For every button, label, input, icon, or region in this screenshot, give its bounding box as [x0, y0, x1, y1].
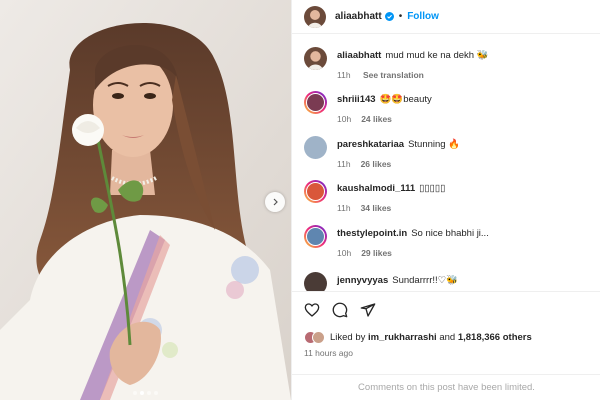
chevron-right-icon — [273, 198, 278, 206]
caption-row: aliaabhatt mud mud ke na dekh 🐝 11h See t… — [304, 47, 594, 80]
comment-likes[interactable]: 34 likes — [361, 203, 392, 213]
comment-username[interactable]: thestylepoint.in — [337, 228, 407, 239]
caption-username[interactable]: aliaabhatt — [337, 50, 381, 61]
comment-likes[interactable]: 24 likes — [361, 114, 392, 124]
comment-username[interactable]: jennyvyyas — [337, 275, 388, 286]
comment-text: ▯▯▯▯▯ — [419, 183, 446, 194]
author-avatar[interactable] — [304, 5, 326, 28]
comment-username[interactable]: shriii143 — [337, 94, 376, 105]
commenter-avatar[interactable] — [304, 225, 327, 248]
commenter-avatar[interactable] — [304, 272, 327, 291]
comment-time[interactable]: 11h — [337, 159, 351, 169]
comment-time[interactable]: 11h — [337, 203, 351, 213]
comment-text: 🤩🤩beauty — [379, 94, 432, 105]
caption-text: mud mud ke na dekh — [385, 50, 475, 61]
caption-avatar[interactable] — [304, 47, 327, 70]
carousel-indicator — [0, 391, 291, 395]
comment-row: shriii143 🤩🤩beauty 10h 24 likes — [304, 91, 594, 124]
comment-likes[interactable]: 26 likes — [361, 159, 392, 169]
share-icon[interactable] — [360, 302, 376, 318]
instagram-post: aliaabhatt • Follow aliaabhatt mud mud ke… — [0, 0, 600, 400]
post-panel: aliaabhatt • Follow aliaabhatt mud mud ke… — [291, 0, 600, 400]
post-photo[interactable] — [0, 0, 291, 400]
carousel-dot-active — [140, 391, 144, 395]
carousel-dot — [133, 391, 137, 395]
liked-by-prefix: Liked by — [330, 332, 366, 343]
comment-icon[interactable] — [332, 302, 348, 318]
comment-row: thestylepoint.in So nice bhabhi ji... 10h… — [304, 225, 594, 258]
comment-row: kaushalmodi_111 ▯▯▯▯▯ 11h 34 likes — [304, 180, 594, 213]
comment-username[interactable]: pareshkatariaa — [337, 139, 404, 150]
comment-row: jennyvyyas Sundarrrr!!♡🐝 — [304, 272, 594, 291]
post-time-ago[interactable]: 11 hours ago — [304, 348, 353, 358]
post-actions: Liked by im_rukharrashi and 1,818,366 ot… — [292, 291, 600, 399]
post-header: aliaabhatt • Follow — [292, 0, 600, 34]
liked-by-and: and — [439, 332, 456, 343]
comment-text: Sundarrrr!!♡🐝 — [392, 275, 458, 286]
comment-likes[interactable]: 29 likes — [361, 248, 392, 258]
caption-time[interactable]: 11h — [337, 70, 351, 80]
liked-by-count[interactable]: 1,818,366 others — [458, 332, 532, 343]
next-photo-button[interactable] — [265, 192, 285, 212]
commenter-avatar[interactable] — [304, 91, 327, 114]
commenter-avatar[interactable] — [304, 136, 327, 159]
carousel-dot — [154, 391, 158, 395]
liker-avatar — [312, 331, 325, 344]
carousel-dot — [147, 391, 151, 395]
commenter-avatar[interactable] — [304, 180, 327, 203]
comment-row: pareshkatariaa Stunning 🔥 11h 26 likes — [304, 136, 594, 169]
see-translation-link[interactable]: See translation — [363, 70, 424, 80]
caption-emoji: 🐝 — [476, 50, 489, 61]
comment-username[interactable]: kaushalmodi_111 — [337, 183, 415, 194]
author-username[interactable]: aliaabhatt — [335, 11, 382, 22]
comments-limited-notice: Comments on this post have been limited. — [292, 374, 600, 400]
comment-text: Stunning 🔥 — [408, 139, 461, 150]
verified-badge-icon — [384, 12, 394, 21]
comment-text: So nice bhabhi ji... — [411, 228, 489, 239]
comment-time[interactable]: 10h — [337, 248, 351, 258]
portrait-image — [0, 0, 291, 400]
dot-separator: • — [398, 11, 403, 22]
liked-by-row: Liked by im_rukharrashi and 1,818,366 ot… — [304, 331, 532, 344]
heart-icon[interactable] — [304, 302, 320, 318]
comment-time[interactable]: 10h — [337, 114, 351, 124]
comments-list[interactable]: aliaabhatt mud mud ke na dekh 🐝 11h See t… — [292, 35, 600, 291]
follow-button[interactable]: Follow — [407, 11, 439, 22]
liked-by-user[interactable]: im_rukharrashi — [368, 332, 437, 343]
